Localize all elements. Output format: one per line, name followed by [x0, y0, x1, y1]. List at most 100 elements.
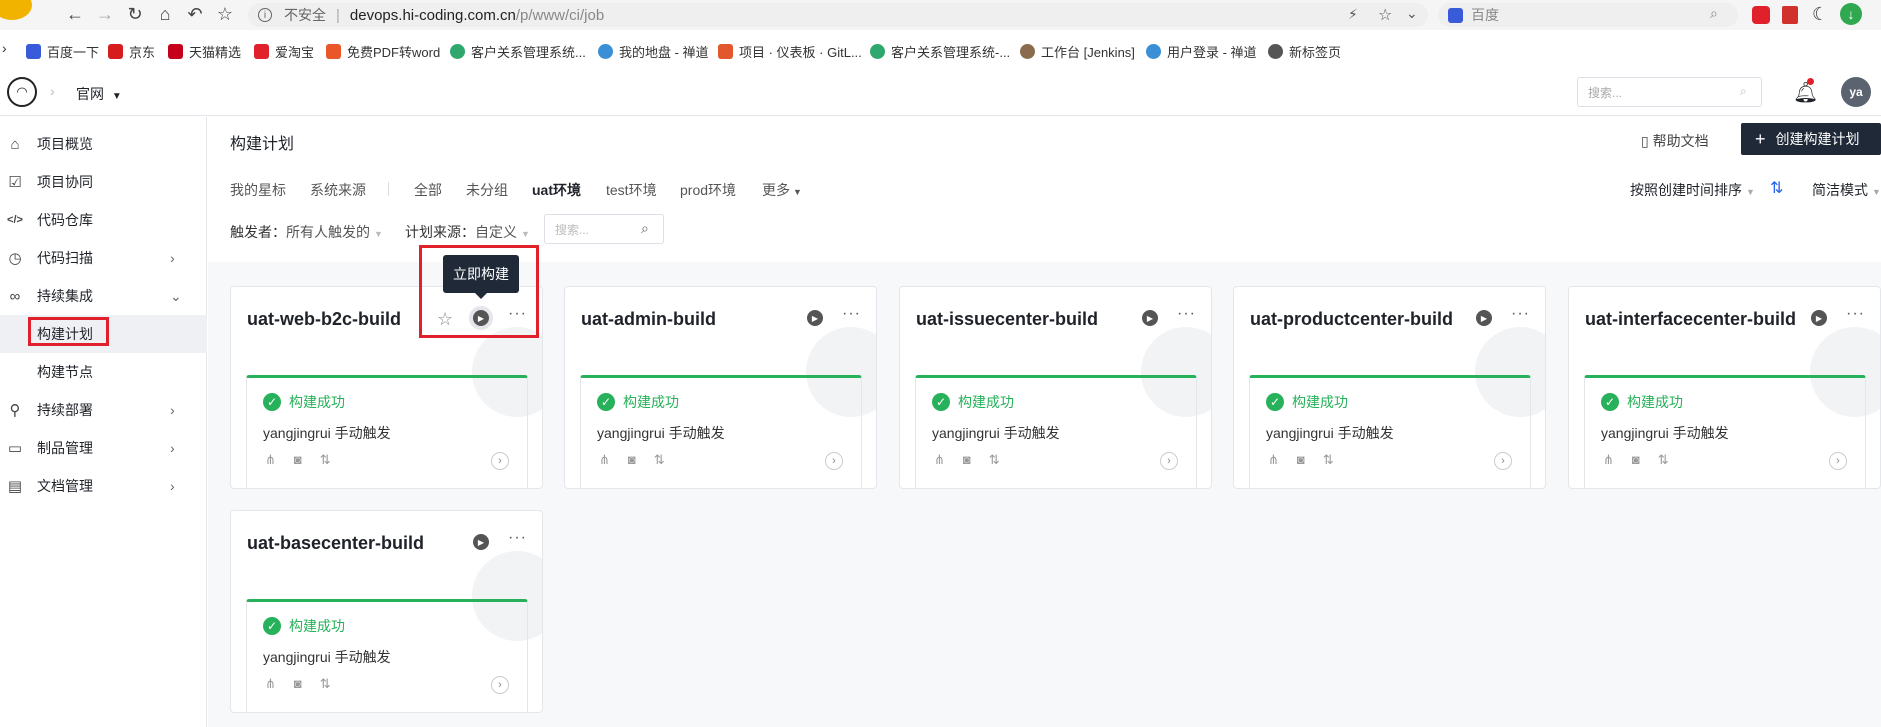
info-icon[interactable]: i	[258, 8, 272, 22]
bookmarks-chevron-icon[interactable]: ›	[2, 40, 7, 56]
bookmark-item[interactable]: 用户登录 - 禅道	[1146, 42, 1257, 61]
play-icon[interactable]: ▶	[473, 534, 489, 550]
bookmark-item[interactable]: 我的地盘 - 禅道	[598, 42, 709, 61]
bookmark-item[interactable]: 客户关系管理系统-...	[870, 42, 1010, 61]
view-mode-dropdown[interactable]: 简洁模式 ▼	[1812, 180, 1881, 200]
app-header: ◠ › 官网 ▼ 搜索... ⌕ 🔔︎ ya	[0, 68, 1881, 116]
play-icon[interactable]: ▶	[1811, 310, 1827, 326]
forward-icon[interactable]: →	[94, 3, 116, 25]
chevron-right-icon: ›	[170, 250, 175, 266]
filter-search-input[interactable]: 搜索... ⌕	[544, 214, 664, 244]
tab-all[interactable]: 全部	[414, 180, 442, 200]
tab-prod[interactable]: prod环境	[680, 180, 736, 200]
home-icon[interactable]: ⌂	[154, 3, 176, 25]
sidebar-item-collaboration[interactable]: ☑ 项目协同	[0, 163, 207, 201]
more-icon[interactable]: ···	[508, 529, 527, 547]
bookmark-item[interactable]: 爱淘宝	[254, 42, 314, 61]
undo-icon[interactable]: ↶	[184, 3, 206, 25]
bookmark-item[interactable]: 百度一下	[26, 42, 99, 61]
camera-icon: ◙	[962, 452, 971, 467]
more-icon[interactable]: ···	[1177, 305, 1196, 323]
bolt-icon[interactable]: ⚡	[1348, 6, 1358, 23]
star-icon[interactable]: ☆	[214, 3, 236, 25]
tab-starred[interactable]: 我的星标	[230, 180, 286, 200]
latest-build-panel[interactable]: ✓ 构建成功 yangjingrui 手动触发 ⋔ ◙ ⇅ ›	[580, 375, 862, 488]
play-icon[interactable]: ▶	[1142, 310, 1158, 326]
address-bar[interactable]: i 不安全 | devops.hi-coding.com.cn/p/www/ci…	[248, 3, 1428, 27]
create-build-plan-button[interactable]: + 创建构建计划	[1741, 123, 1881, 155]
build-card[interactable]: uat-admin-build ▶ ··· ✓ 构建成功 yangjingrui …	[564, 286, 877, 489]
arrow-right-icon[interactable]: ›	[491, 676, 509, 694]
more-icon[interactable]: ···	[1846, 305, 1865, 323]
latest-build-panel[interactable]: ✓ 构建成功 yangjingrui 手动触发 ⋔ ◙ ⇅ ›	[1584, 375, 1866, 488]
sort-dropdown[interactable]: 按照创建时间排序 ▼	[1630, 180, 1755, 200]
tab-more[interactable]: 更多 ▼	[762, 180, 802, 200]
help-docs-link[interactable]: ▯ 帮助文档	[1641, 131, 1709, 151]
bookmark-star-icon[interactable]: ☆	[1378, 5, 1392, 25]
download-icon[interactable]: ↓	[1840, 3, 1862, 25]
tab-uat[interactable]: uat环境	[532, 180, 581, 200]
build-card[interactable]: uat-productcenter-build ▶ ··· ✓ 构建成功 yang…	[1233, 286, 1546, 489]
build-meta-icons: ⋔ ◙ ⇅	[934, 452, 1000, 468]
sidebar-item-docs[interactable]: ▤ 文档管理 ›	[0, 467, 207, 505]
bookmark-item[interactable]: 项目 · 仪表板 · GitL...	[718, 42, 862, 61]
bookmark-item[interactable]: 天猫精选	[168, 42, 241, 61]
latest-build-panel[interactable]: ✓ 构建成功 yangjingrui 手动触发 ⋔ ◙ ⇅ ›	[246, 375, 528, 488]
back-icon[interactable]: ←	[64, 3, 86, 25]
latest-build-panel[interactable]: ✓ 构建成功 yangjingrui 手动触发 ⋔ ◙ ⇅ ›	[1249, 375, 1531, 488]
sidebar-item-artifacts[interactable]: ▭ 制品管理 ›	[0, 429, 207, 467]
bookmark-item[interactable]: 京东	[108, 42, 155, 61]
latest-build-panel[interactable]: ✓ 构建成功 yangjingrui 手动触发 ⋔ ◙ ⇅ ›	[915, 375, 1197, 488]
bell-icon[interactable]: 🔔︎	[1793, 78, 1818, 105]
sidebar-item-ci[interactable]: ∞ 持续集成 ⌄	[0, 277, 207, 315]
extension-icon[interactable]	[1752, 6, 1770, 24]
tab-ungrouped[interactable]: 未分组	[466, 180, 508, 200]
build-plan-name[interactable]: uat-basecenter-build	[247, 533, 424, 554]
tab-test[interactable]: test环境	[606, 180, 657, 200]
global-search-input[interactable]: 搜索... ⌕	[1577, 77, 1762, 107]
check-circle-icon: ✓	[263, 393, 281, 411]
build-card[interactable]: uat-interfacecenter-build ▶ ··· ✓ 构建成功 ya…	[1568, 286, 1881, 489]
project-switcher[interactable]: 官网 ▼	[76, 84, 122, 104]
source-filter[interactable]: 计划来源：自定义 ▼	[405, 222, 530, 242]
sidebar-item-code-scan[interactable]: ◷ 代码扫描 ›	[0, 239, 207, 277]
search-icon[interactable]: ⌕	[1710, 5, 1718, 22]
build-plan-name[interactable]: uat-productcenter-build	[1250, 309, 1453, 330]
dropdown-chevron-icon[interactable]: ⌄	[1406, 5, 1418, 22]
play-icon[interactable]: ▶	[1476, 310, 1492, 326]
bookmark-item[interactable]: 工作台 [Jenkins]	[1020, 42, 1135, 61]
latest-build-panel[interactable]: ✓ 构建成功 yangjingrui 手动触发 ⋔ ◙ ⇅ ›	[246, 599, 528, 712]
build-card[interactable]: uat-issuecenter-build ▶ ··· ✓ 构建成功 yangji…	[899, 286, 1212, 489]
build-plan-name[interactable]: uat-web-b2c-build	[247, 309, 401, 330]
more-icon[interactable]: ···	[842, 305, 861, 323]
bookmark-item[interactable]: 客户关系管理系统...	[450, 42, 586, 61]
build-plan-name[interactable]: uat-interfacecenter-build	[1585, 309, 1796, 330]
moon-icon[interactable]: ☾	[1812, 4, 1828, 25]
arrow-right-icon[interactable]: ›	[1829, 452, 1847, 470]
pdf-extension-icon[interactable]	[1782, 6, 1798, 24]
url-path: /p/www/ci/job	[515, 6, 605, 24]
arrow-right-icon[interactable]: ›	[1160, 452, 1178, 470]
bookmark-item[interactable]: 新标签页	[1268, 42, 1341, 61]
sidebar-item-repo[interactable]: </> 代码仓库	[0, 201, 207, 239]
sidebar-item-overview[interactable]: ⌂ 项目概览	[0, 125, 207, 163]
sort-direction-icon[interactable]: ⇅	[1770, 178, 1783, 198]
camera-icon: ◙	[293, 676, 302, 691]
arrow-right-icon[interactable]: ›	[825, 452, 843, 470]
build-plan-name[interactable]: uat-issuecenter-build	[916, 309, 1098, 330]
browser-search-box[interactable]: 百度 ⌕	[1438, 3, 1738, 27]
bookmark-item[interactable]: 免费PDF转word	[326, 42, 440, 61]
arrow-right-icon[interactable]: ›	[491, 452, 509, 470]
arrow-right-icon[interactable]: ›	[1494, 452, 1512, 470]
sidebar-item-cd[interactable]: ⚲ 持续部署 ›	[0, 391, 207, 429]
play-icon[interactable]: ▶	[807, 310, 823, 326]
reload-icon[interactable]: ↻	[124, 3, 146, 25]
app-logo-icon[interactable]: ◠	[7, 77, 37, 107]
tab-system-source[interactable]: 系统来源	[310, 180, 366, 200]
more-icon[interactable]: ···	[1511, 305, 1530, 323]
avatar[interactable]: ya	[1841, 77, 1871, 107]
trigger-filter[interactable]: 触发者：所有人触发的 ▼	[230, 222, 383, 242]
build-card[interactable]: uat-basecenter-build ▶ ··· ✓ 构建成功 yangjin…	[230, 510, 543, 713]
sidebar-item-build-node[interactable]: 构建节点	[0, 353, 207, 391]
build-plan-name[interactable]: uat-admin-build	[581, 309, 716, 330]
